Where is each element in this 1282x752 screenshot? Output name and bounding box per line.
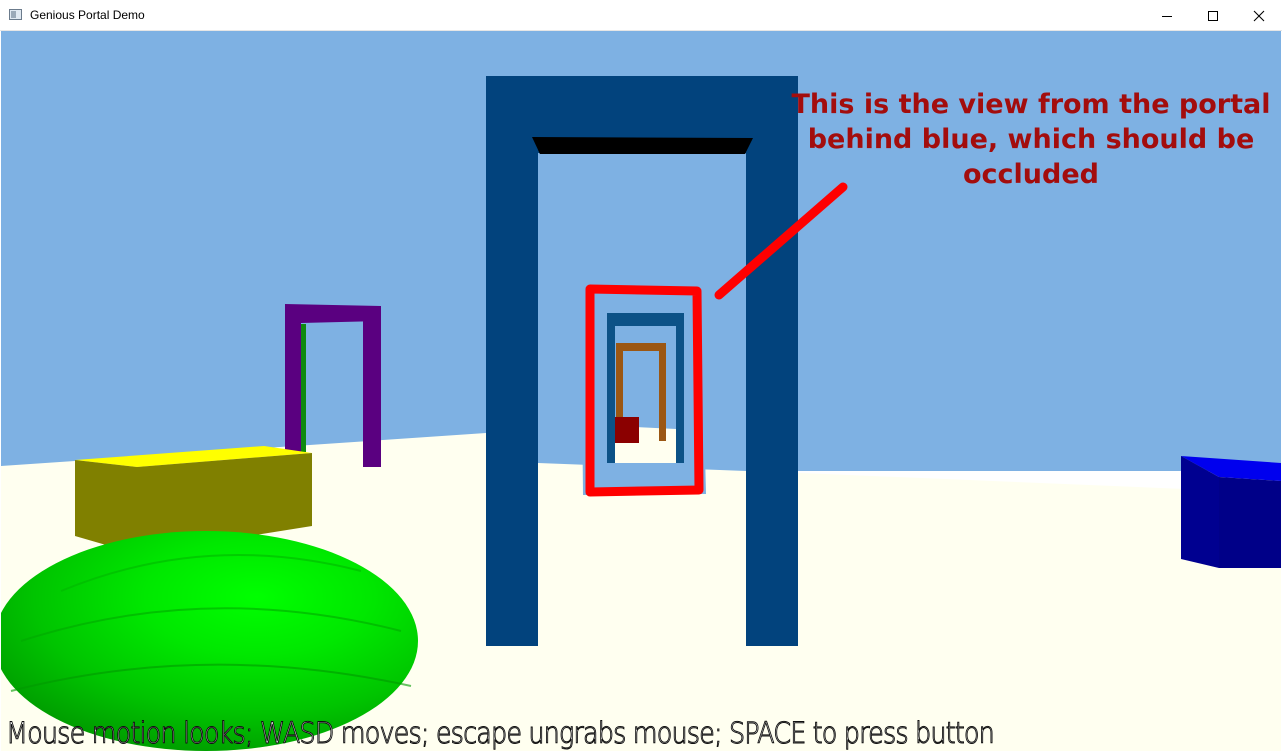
close-icon	[1253, 10, 1265, 21]
hud-instructions: Mouse motion looks; WASD moves; escape u…	[6, 716, 996, 751]
title-bar[interactable]: Genious Portal Demo	[0, 0, 1282, 31]
game-viewport[interactable]: This is the view from the portal behind …	[1, 31, 1281, 751]
maximize-icon	[1208, 10, 1218, 21]
annotation-text: This is the view from the portal behind …	[791, 89, 1271, 190]
app-window: Genious Portal Demo This is the view fro…	[0, 0, 1282, 752]
maximize-button[interactable]	[1190, 0, 1236, 31]
close-button[interactable]	[1236, 0, 1282, 31]
blue-box	[1181, 456, 1281, 568]
minimize-icon	[1162, 15, 1172, 17]
minimize-button[interactable]	[1144, 0, 1190, 31]
blue-portal	[486, 76, 798, 646]
window-title: Genious Portal Demo	[30, 8, 145, 22]
app-window-icon	[9, 9, 22, 20]
